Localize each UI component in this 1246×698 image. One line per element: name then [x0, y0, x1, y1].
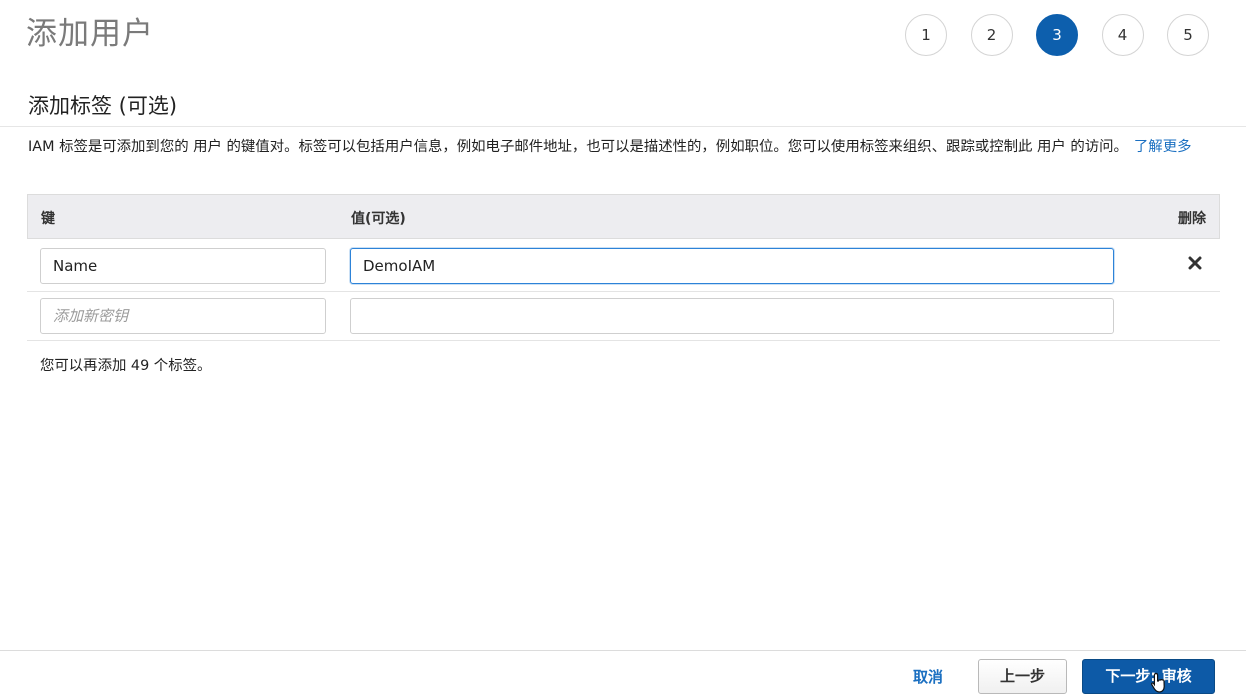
section-description: IAM 标签是可添加到您的 用户 的键值对。标签可以包括用户信息，例如电子邮件地… — [28, 136, 1213, 159]
header-delete: 删除 — [1178, 211, 1206, 227]
previous-button[interactable]: 上一步 — [978, 659, 1067, 694]
cancel-button[interactable]: 取消 — [898, 664, 958, 690]
row-divider — [27, 340, 1220, 341]
delete-tag-icon — [1188, 256, 1202, 270]
section-title: 添加标签 (可选) — [28, 94, 178, 118]
header-value: 值(可选) — [351, 211, 406, 227]
learn-more-link[interactable]: 了解更多 — [1134, 139, 1192, 155]
new-tag-value-input[interactable] — [350, 298, 1114, 334]
next-review-button[interactable]: 下一步: 审核 — [1082, 659, 1215, 694]
wizard-steps: 1 2 3 4 5 — [905, 14, 1233, 56]
hand-cursor-icon — [1151, 672, 1165, 693]
step-1[interactable]: 1 — [905, 14, 947, 56]
row-divider — [27, 291, 1220, 292]
tags-table-header: 键 值(可选) 删除 — [27, 194, 1220, 239]
tag-key-input[interactable] — [40, 248, 326, 284]
step-5[interactable]: 5 — [1167, 14, 1209, 56]
tag-value-input[interactable] — [350, 248, 1114, 284]
remaining-tags-text: 您可以再添加 49 个标签。 — [40, 358, 212, 374]
footer-divider — [0, 650, 1246, 651]
description-text: IAM 标签是可添加到您的 用户 的键值对。标签可以包括用户信息，例如电子邮件地… — [28, 139, 1128, 155]
step-3-current[interactable]: 3 — [1036, 14, 1078, 56]
new-tag-key-input[interactable] — [40, 298, 326, 334]
header-key: 键 — [41, 211, 55, 227]
step-2[interactable]: 2 — [970, 14, 1013, 56]
step-4[interactable]: 4 — [1101, 14, 1144, 56]
section-divider — [0, 126, 1246, 127]
page-title: 添加用户 — [26, 16, 154, 52]
close-icon[interactable] — [1184, 254, 1206, 276]
